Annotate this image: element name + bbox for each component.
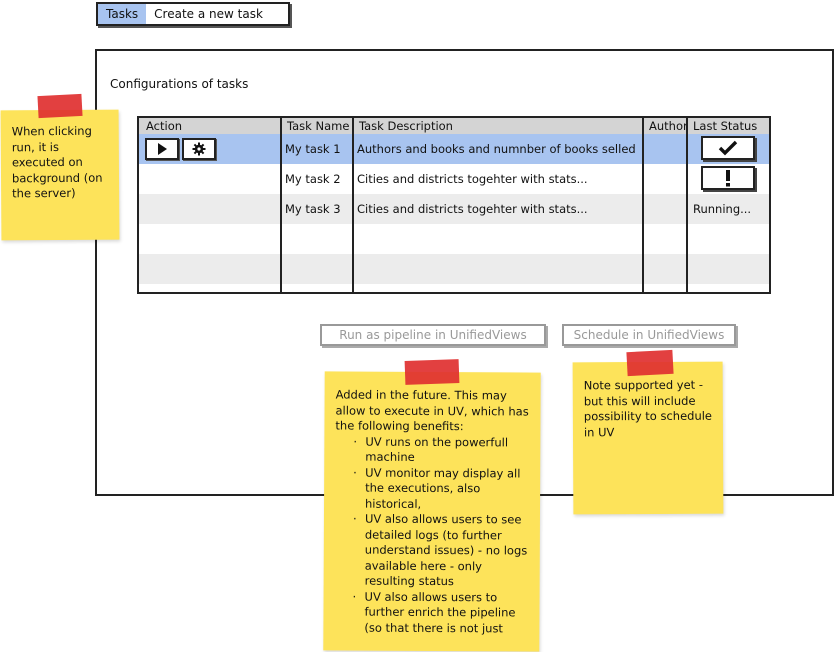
tab-create-new-task[interactable]: Create a new task: [146, 4, 271, 24]
table-header: Action Task Name Task Description Author…: [139, 118, 769, 134]
exclamation-icon: [726, 170, 730, 187]
status-warning-button[interactable]: [701, 166, 755, 190]
task-description: Authors and books and numnber of books s…: [357, 142, 636, 156]
panel-title: Configurations of tasks: [110, 77, 249, 91]
task-description: Cities and districts togehter with stats…: [357, 172, 588, 186]
header-task-description: Task Description: [359, 119, 453, 133]
table-row[interactable]: My task 2 Cities and districts togehter …: [139, 164, 769, 194]
gear-icon: [192, 142, 206, 156]
header-task-name: Task Name: [287, 119, 350, 133]
table-row[interactable]: My task 1 Authors and books and numnber …: [139, 134, 769, 164]
tab-bar: Tasks Create a new task: [96, 2, 290, 26]
run-as-pipeline-button[interactable]: Run as pipeline in UnifiedViews: [320, 324, 546, 346]
task-name: My task 2: [285, 172, 341, 186]
note-bullet: UV runs on the powerfull machine: [365, 434, 532, 466]
settings-button[interactable]: [182, 138, 216, 160]
status-text: Running...: [693, 202, 752, 216]
note-bullets: UV runs on the powerfull machine UV moni…: [334, 434, 532, 637]
schedule-button[interactable]: Schedule in UnifiedViews: [562, 324, 736, 346]
run-button[interactable]: [145, 138, 179, 160]
table-row[interactable]: [139, 224, 769, 254]
column-divider: [686, 118, 688, 292]
play-icon: [158, 143, 167, 155]
tab-tasks[interactable]: Tasks: [98, 4, 147, 24]
note-bullet: UV monitor may display all the execution…: [365, 465, 532, 512]
sticky-note-middle: Added in the future. This may allow to e…: [323, 371, 541, 652]
sticky-note-right: Note supported yet - but this will inclu…: [572, 361, 724, 515]
note-text: When clicking run, it is executed on bac…: [11, 123, 103, 201]
check-icon: [718, 140, 738, 156]
task-name: My task 3: [285, 202, 341, 216]
header-author: Author: [649, 119, 688, 133]
header-last-status: Last Status: [693, 119, 758, 133]
tape: [37, 93, 83, 119]
column-divider: [642, 118, 644, 292]
tape: [626, 349, 674, 377]
task-name: My task 1: [285, 142, 341, 156]
header-action: Action: [146, 119, 183, 133]
table-row[interactable]: [139, 254, 769, 284]
note-bullet: UV also allows users to see detailed log…: [365, 512, 532, 590]
table-row[interactable]: My task 3 Cities and districts togehter …: [139, 194, 769, 224]
column-divider: [280, 118, 282, 292]
column-divider: [352, 118, 354, 292]
tape: [404, 359, 460, 385]
note-text: Note supported yet - but this will inclu…: [583, 377, 713, 439]
status-success-button[interactable]: [701, 136, 755, 160]
note-bullet: UV also allows users to further enrich t…: [364, 589, 531, 636]
task-description: Cities and districts togehter with stats…: [357, 202, 588, 216]
tasks-table: Action Task Name Task Description Author…: [137, 116, 771, 294]
sticky-note-left: When clicking run, it is executed on bac…: [0, 109, 120, 241]
note-intro: Added in the future. This may allow to e…: [335, 387, 529, 434]
